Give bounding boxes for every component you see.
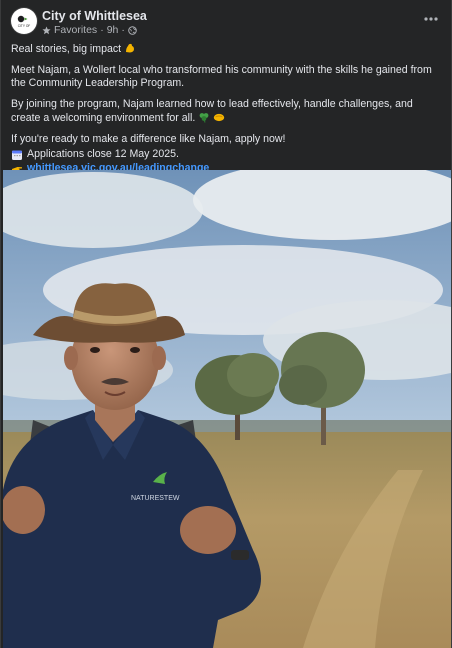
star-icon	[42, 26, 51, 34]
paragraph-2-text: By joining the program, Najam learned ho…	[11, 98, 413, 124]
page-avatar[interactable]: CITY OF	[11, 8, 37, 34]
audience-label[interactable]: Favorites	[54, 24, 97, 36]
meta-separator: ·	[100, 24, 104, 36]
city-logo-icon: CITY OF	[14, 11, 34, 31]
page-name[interactable]: City of Whittlesea	[42, 9, 147, 23]
meta-separator: ·	[121, 24, 125, 36]
deadline-line: Applications close 12 May 2025.	[11, 148, 441, 161]
post-meta: Favorites · 9h ·	[42, 24, 137, 36]
post-time[interactable]: 9h	[107, 24, 119, 36]
shirt-logo-text: NATURESTEW	[131, 495, 180, 502]
clover-emoji	[199, 113, 209, 123]
post-paragraph-3: If you're ready to make a difference lik…	[11, 133, 286, 145]
portrait-illustration: NATURESTEW	[3, 170, 451, 648]
headline-text: Real stories, big impact	[11, 43, 122, 55]
svg-text:CITY OF: CITY OF	[18, 24, 31, 28]
globe-icon	[128, 25, 137, 35]
post-card: CITY OF City of Whittlesea Favorites · 9…	[0, 0, 452, 648]
post-headline: Real stories, big impact	[11, 42, 441, 56]
post-photo[interactable]: NATURESTEW	[3, 170, 451, 648]
more-options-button[interactable]	[421, 11, 441, 27]
calendar-emoji	[12, 150, 22, 160]
post-text: Real stories, big impact Meet Najam, a W…	[1, 40, 451, 175]
handshake-emoji	[214, 113, 225, 122]
post-paragraph-2: By joining the program, Najam learned ho…	[11, 98, 441, 125]
flexed-biceps-emoji	[126, 43, 135, 53]
more-options-icon	[424, 17, 438, 21]
post-header: CITY OF City of Whittlesea Favorites · 9…	[1, 0, 451, 40]
deadline-text: Applications close 12 May 2025.	[27, 148, 179, 160]
post-paragraph-1: Meet Najam, a Wollert local who transfor…	[11, 64, 432, 89]
